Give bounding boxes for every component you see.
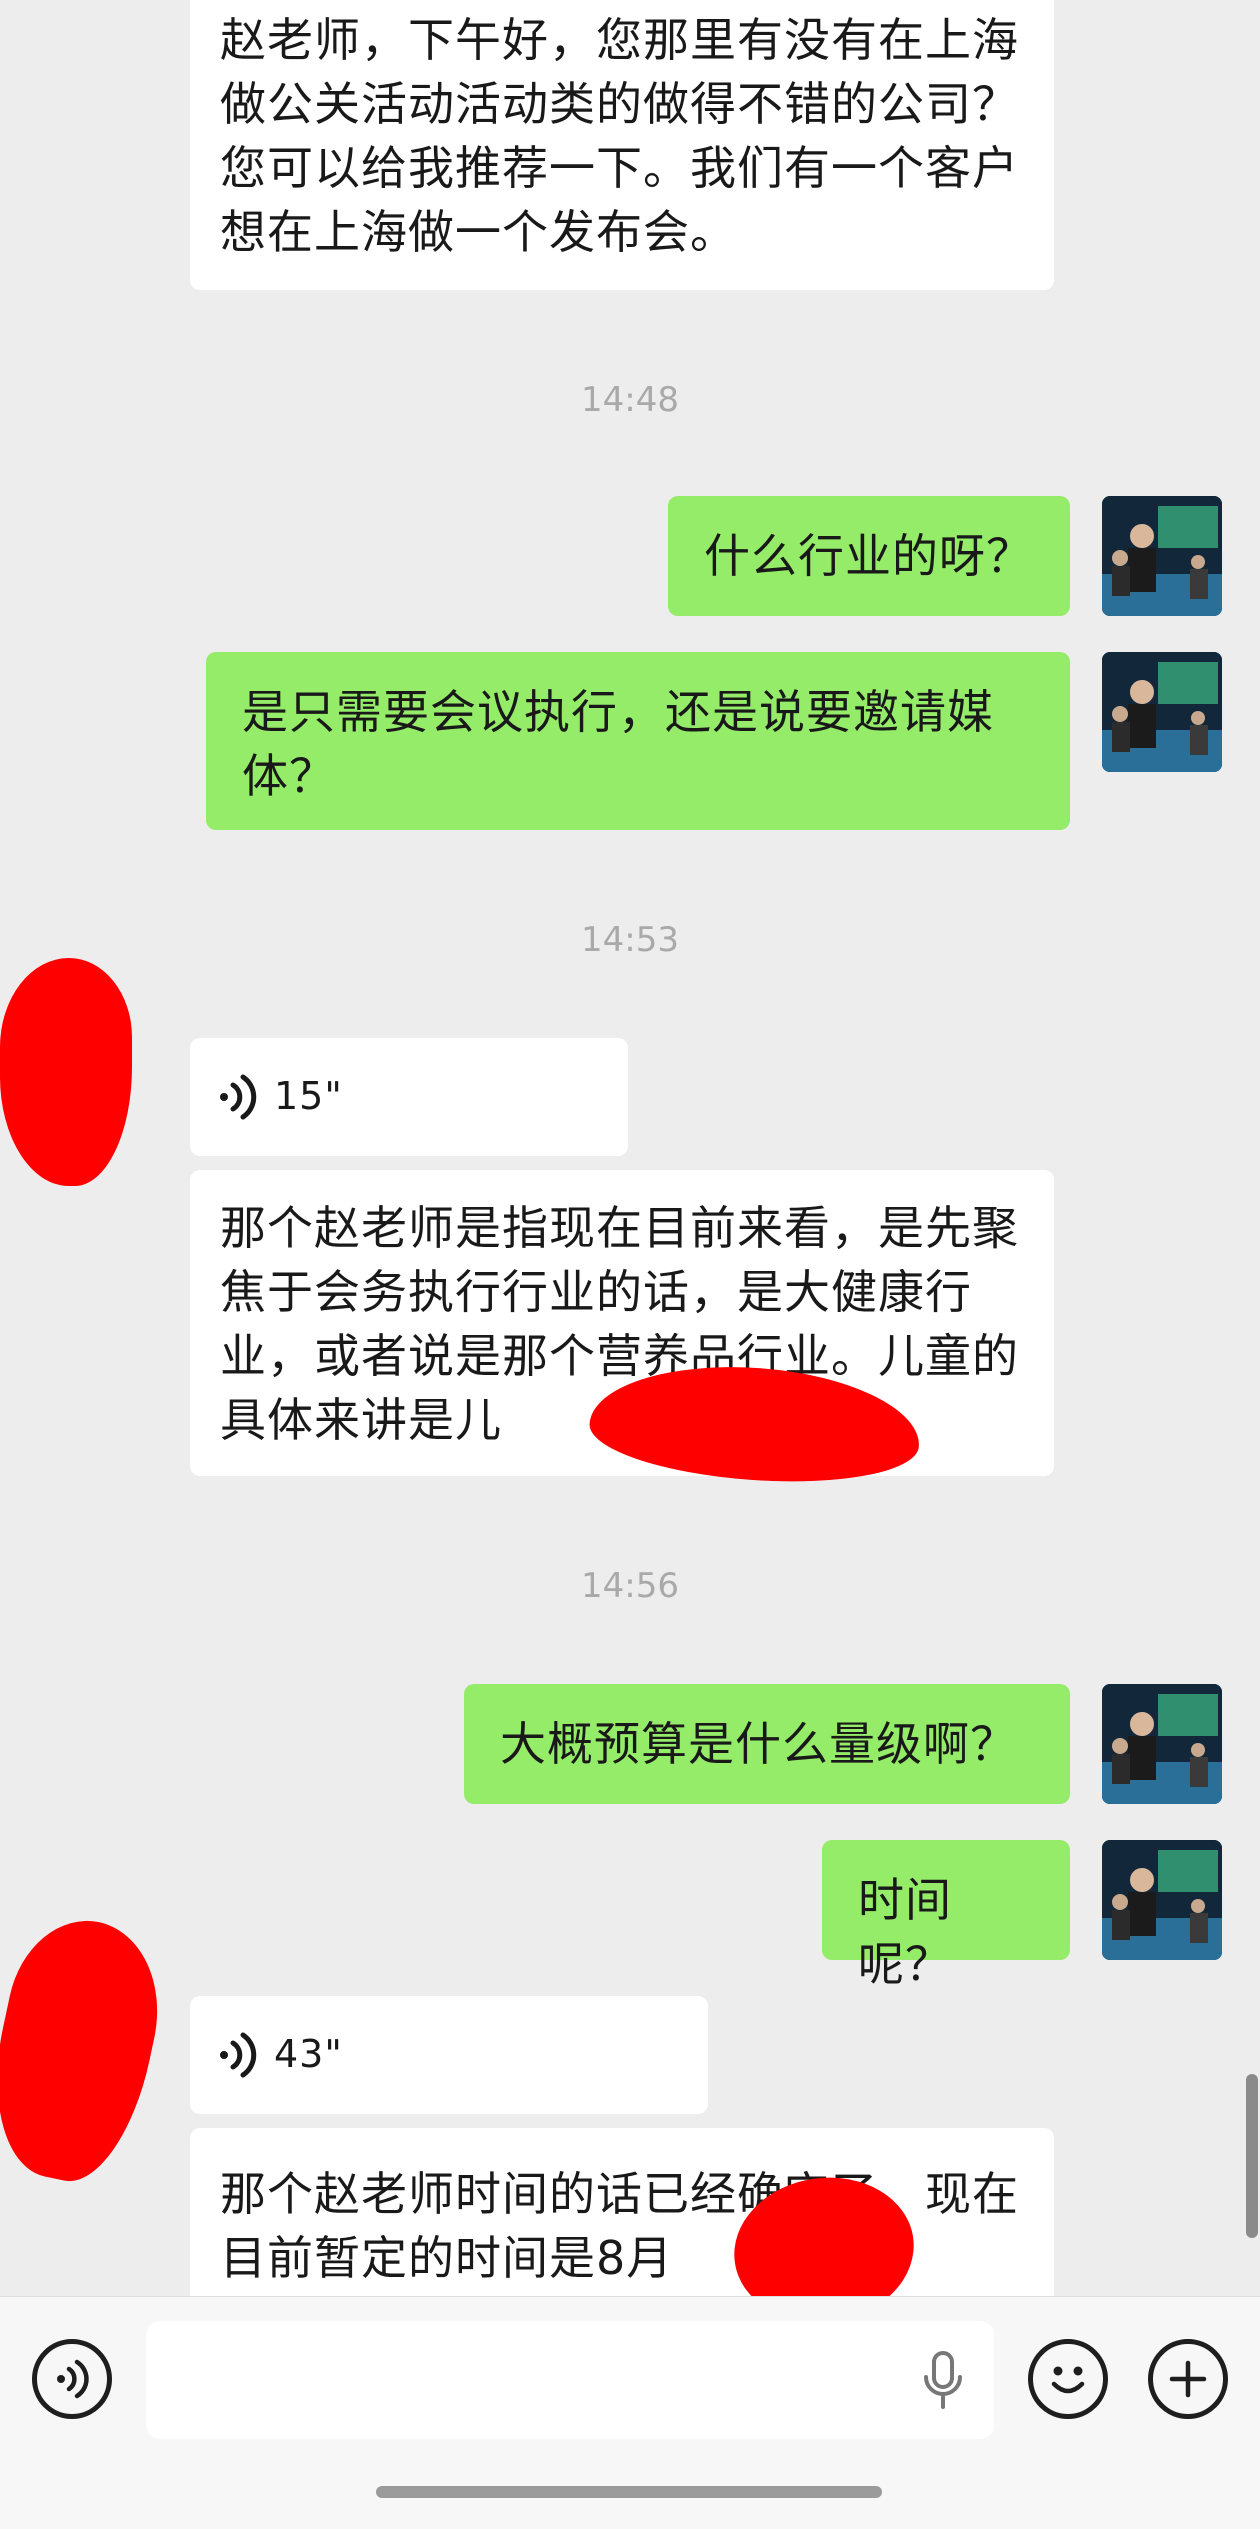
outgoing-message[interactable]: 大概预算是什么量级啊？ — [464, 1684, 1070, 1804]
timestamp: 14:48 — [581, 380, 679, 420]
plus-button[interactable] — [1148, 2339, 1228, 2419]
timestamp: 14:56 — [581, 1566, 679, 1606]
emoji-icon — [1051, 2366, 1085, 2394]
message-text: 大概预算是什么量级啊？ — [500, 1717, 1017, 1771]
incoming-message[interactable]: 赵老师，下午好，您那里有没有在上海做公关活动活动类的做得不错的公司？您可以给我推… — [190, 0, 1054, 290]
voice-message[interactable]: 43" — [190, 1996, 708, 2114]
outgoing-message[interactable]: 什么行业的呀？ — [668, 496, 1070, 616]
home-indicator[interactable] — [376, 2486, 882, 2498]
timestamp: 14:53 — [581, 920, 679, 960]
redacted-avatar — [0, 958, 132, 1186]
outgoing-message[interactable]: 是只需要会议执行，还是说要邀请媒体？ — [206, 652, 1070, 830]
avatar[interactable] — [1102, 652, 1222, 772]
scrollbar-thumb[interactable] — [1246, 2074, 1258, 2238]
message-text: 什么行业的呀？ — [704, 529, 1033, 583]
voice-message[interactable]: 15" — [190, 1038, 628, 1156]
emoji-button[interactable] — [1028, 2339, 1108, 2419]
microphone-icon[interactable] — [920, 2349, 966, 2413]
outgoing-message[interactable]: 时间呢？ — [822, 1840, 1070, 1991]
message-input[interactable] — [146, 2321, 994, 2439]
redacted-avatar — [0, 1907, 176, 2193]
message-text: 赵老师，下午好，您那里有没有在上海做公关活动活动类的做得不错的公司？您可以给我推… — [220, 13, 1019, 259]
voice-duration: 43" — [274, 2032, 343, 2076]
voice-mode-icon — [57, 2359, 89, 2399]
avatar[interactable] — [1102, 496, 1222, 616]
voice-wave-icon — [220, 1074, 257, 1120]
voice-duration: 15" — [274, 1074, 343, 1118]
voice-wave-icon — [220, 2032, 257, 2078]
voice-mode-button[interactable] — [32, 2339, 112, 2419]
message-text: 时间呢？ — [858, 1873, 952, 1991]
message-text: 是只需要会议执行，还是说要邀请媒体？ — [242, 685, 994, 803]
avatar[interactable] — [1102, 1840, 1222, 1960]
avatar[interactable] — [1102, 1684, 1222, 1804]
plus-icon — [1169, 2360, 1207, 2398]
